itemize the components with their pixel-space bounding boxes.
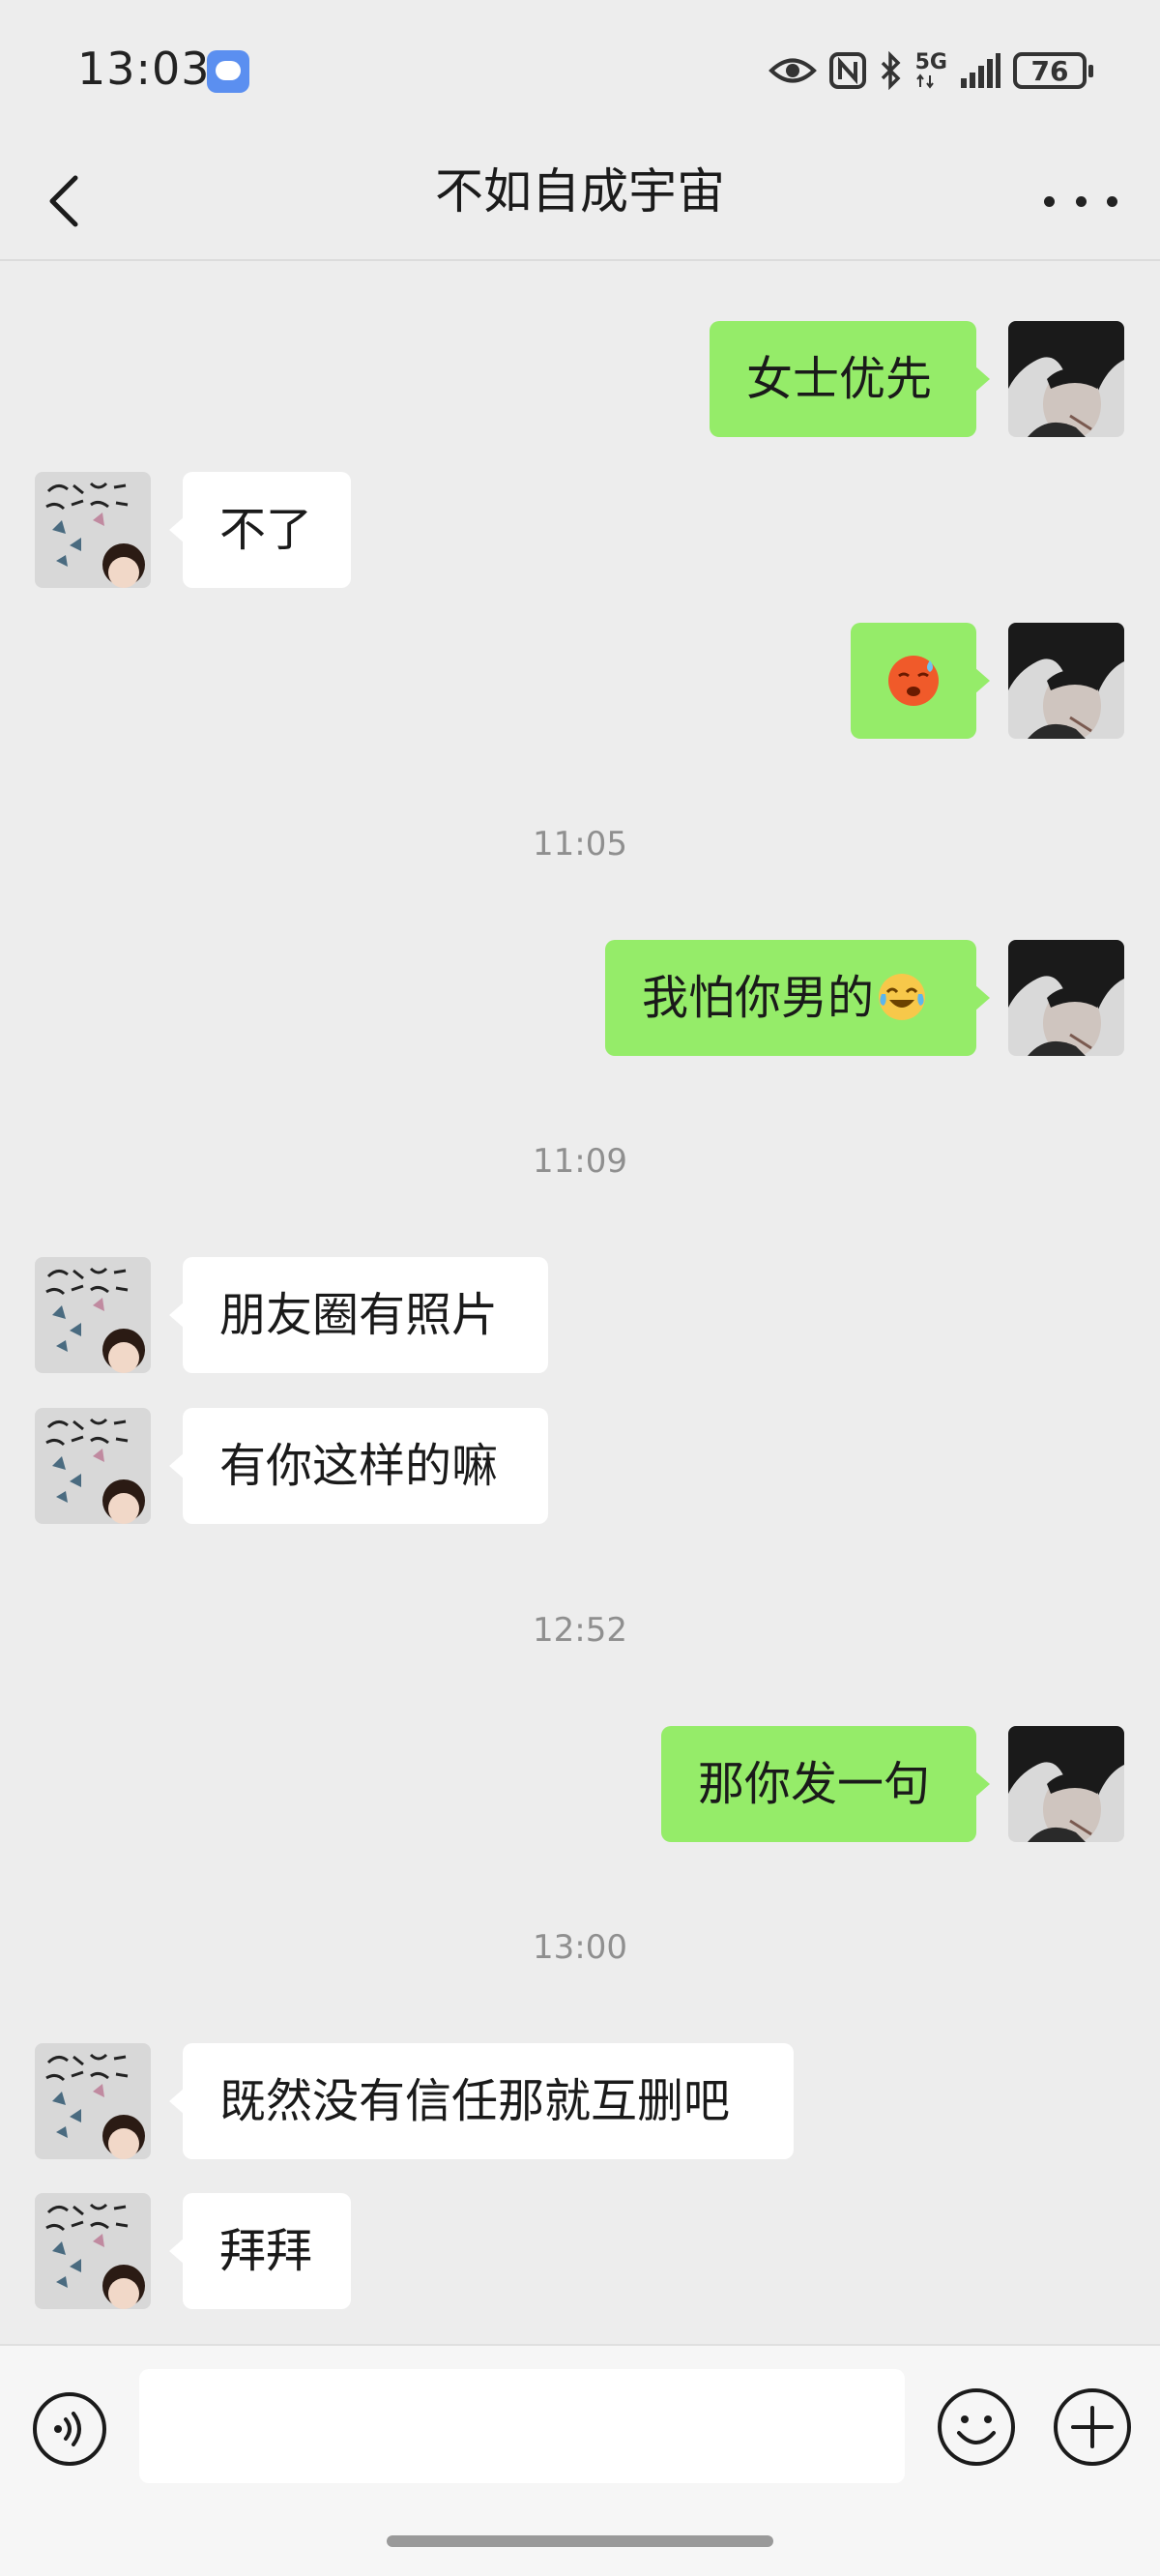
status-bar: 13:03 5G 76 xyxy=(0,0,1160,145)
chevron-left-icon xyxy=(49,175,78,227)
contact-avatar[interactable] xyxy=(35,472,151,588)
message-text: 朋友圈有照片 xyxy=(219,1288,499,1342)
status-icons: 5G 76 xyxy=(768,46,1093,95)
message-bubble-sent[interactable]: 我怕你男的 xyxy=(605,940,990,1056)
chat-header: 不如自成宇宙 xyxy=(0,145,1160,261)
timestamp: 13:00 xyxy=(533,1928,627,1967)
battery-icon: 76 xyxy=(1013,52,1093,89)
bluetooth-icon xyxy=(881,51,901,90)
contact-avatar[interactable] xyxy=(35,1408,151,1524)
hot-face-sweat-emoji xyxy=(888,656,939,706)
contact-avatar[interactable] xyxy=(35,2193,151,2309)
timestamp: 11:09 xyxy=(533,1142,627,1181)
battery-level: 76 xyxy=(1030,54,1069,87)
network-indicator: 5G xyxy=(915,52,947,89)
message-text: 有你这样的嘛 xyxy=(219,1439,499,1493)
network-label: 5G xyxy=(914,50,947,74)
message-bubble-sent[interactable]: 那你发一句 xyxy=(661,1726,990,1842)
timestamp: 11:05 xyxy=(533,825,627,864)
my-avatar[interactable] xyxy=(1008,623,1124,739)
message-bubble-received[interactable]: 拜拜 xyxy=(169,2193,351,2309)
message-text: 既然没有信任那就互删吧 xyxy=(219,2074,731,2128)
message-text: 女士优先 xyxy=(746,352,933,406)
message-text: 不了 xyxy=(219,503,313,557)
more-options-button[interactable] xyxy=(1044,174,1117,228)
my-avatar[interactable] xyxy=(1008,1726,1124,1842)
home-indicator[interactable] xyxy=(387,2535,773,2547)
contact-avatar[interactable] xyxy=(35,2043,151,2159)
data-arrows-icon xyxy=(915,73,934,89)
message-bubble-sent[interactable] xyxy=(851,623,990,739)
more-dot-icon xyxy=(1075,195,1087,207)
message-text: 拜拜 xyxy=(219,2224,313,2278)
eye-icon xyxy=(768,58,817,83)
my-avatar[interactable] xyxy=(1008,940,1124,1056)
message-notification-icon xyxy=(207,50,249,93)
back-button[interactable] xyxy=(39,170,97,232)
message-bubble-received[interactable]: 既然没有信任那就互删吧 xyxy=(169,2043,794,2159)
message-text: 那你发一句 xyxy=(698,1757,931,1811)
message-input[interactable] xyxy=(139,2369,905,2483)
message-bubble-received[interactable]: 朋友圈有照片 xyxy=(169,1257,548,1373)
more-dot-icon xyxy=(1044,195,1055,207)
more-dot-icon xyxy=(1107,195,1117,207)
status-time: 13:03 xyxy=(77,43,211,95)
message-text: 我怕你男的 xyxy=(642,971,875,1025)
page-title: 不如自成宇宙 xyxy=(435,163,725,220)
message-bubble-received[interactable]: 不了 xyxy=(169,472,351,588)
laughing-tears-emoji xyxy=(879,974,926,1020)
timestamp: 12:52 xyxy=(533,1611,627,1650)
contact-avatar[interactable] xyxy=(35,1257,151,1373)
emoji-button[interactable] xyxy=(936,2386,1017,2468)
message-bubble-sent[interactable]: 女士优先 xyxy=(710,321,990,437)
message-bubble-received[interactable]: 有你这样的嘛 xyxy=(169,1408,548,1524)
nfc-icon xyxy=(828,52,866,89)
more-actions-button[interactable] xyxy=(1052,2386,1133,2468)
my-avatar[interactable] xyxy=(1008,321,1124,437)
voice-input-button[interactable] xyxy=(31,2390,108,2468)
signal-icon xyxy=(961,53,1000,88)
